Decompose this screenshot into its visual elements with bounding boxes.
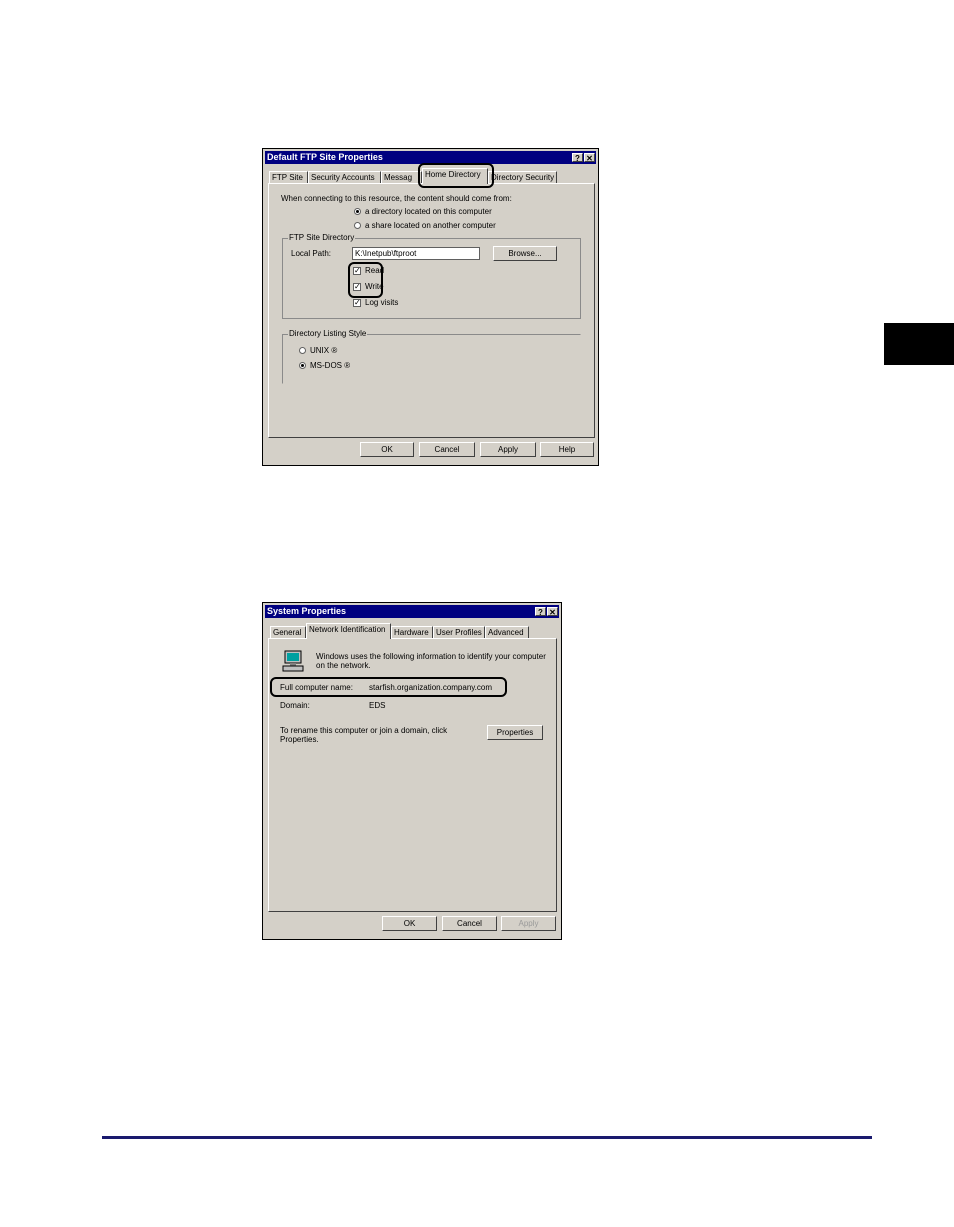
help-icon[interactable]: ?: [535, 607, 546, 617]
tab-network-identification[interactable]: Network Identification: [306, 623, 391, 639]
sys-dialog-title: System Properties: [267, 606, 347, 616]
content-source-prompt: When connecting to this resource, the co…: [281, 194, 512, 203]
network-identification-panel: Windows uses the following information t…: [268, 638, 557, 912]
cancel-button[interactable]: Cancel: [442, 916, 497, 931]
radio-local-directory-label: a directory located on this computer: [365, 207, 492, 216]
listing-style-title: Directory Listing Style: [288, 329, 368, 339]
local-path-label: Local Path:: [291, 249, 332, 258]
ok-button[interactable]: OK: [360, 442, 414, 457]
radio-local-directory[interactable]: [354, 208, 361, 215]
help-icon[interactable]: ?: [572, 153, 583, 163]
rename-info-line2: Properties.: [280, 735, 319, 744]
full-computer-name-highlight: [270, 677, 507, 697]
ftp-site-directory-title: FTP Site Directory: [288, 233, 356, 243]
cancel-button[interactable]: Cancel: [419, 442, 475, 457]
sys-dialog-titlebar: System Properties ? ✕: [265, 605, 559, 618]
radio-unix-label: UNIX ®: [310, 346, 338, 355]
read-write-highlight: [348, 262, 383, 298]
log-visits-label: Log visits: [365, 298, 399, 307]
system-properties-dialog: System Properties ? ✕ General Network Id…: [262, 602, 562, 940]
ftp-tab-panel: When connecting to this resource, the co…: [268, 183, 595, 438]
domain-value: EDS: [369, 701, 386, 710]
footer-rule: [102, 1136, 872, 1139]
radio-msdos[interactable]: [299, 362, 306, 369]
chapter-tab-marker: [884, 323, 954, 365]
radio-network-share[interactable]: [354, 222, 361, 229]
apply-button[interactable]: Apply: [480, 442, 536, 457]
domain-label: Domain:: [280, 701, 310, 710]
radio-msdos-label: MS-DOS ®: [310, 361, 351, 370]
home-directory-highlight: [418, 163, 494, 188]
ftp-properties-dialog: Default FTP Site Properties ? ✕ FTP Site…: [262, 148, 599, 466]
ftp-dialog-title: Default FTP Site Properties: [267, 152, 383, 162]
log-visits-checkbox[interactable]: ✓: [353, 299, 361, 307]
apply-button[interactable]: Apply: [501, 916, 556, 931]
close-icon[interactable]: ✕: [547, 607, 558, 617]
listing-style-group: Directory Listing Style UNIX ® MS-DOS ®: [282, 329, 581, 384]
close-icon[interactable]: ✕: [584, 153, 595, 163]
ftp-site-directory-group: FTP Site Directory Local Path: K:\Inetpu…: [282, 233, 581, 319]
local-path-input[interactable]: K:\Inetpub\ftproot: [352, 247, 480, 260]
ok-button[interactable]: OK: [382, 916, 437, 931]
radio-network-share-label: a share located on another computer: [365, 221, 496, 230]
network-info-line2: on the network.: [316, 661, 371, 670]
properties-button[interactable]: Properties: [487, 725, 543, 740]
browse-button[interactable]: Browse...: [493, 246, 557, 261]
help-button[interactable]: Help: [540, 442, 594, 457]
computer-icon: [282, 650, 304, 672]
radio-unix[interactable]: [299, 347, 306, 354]
